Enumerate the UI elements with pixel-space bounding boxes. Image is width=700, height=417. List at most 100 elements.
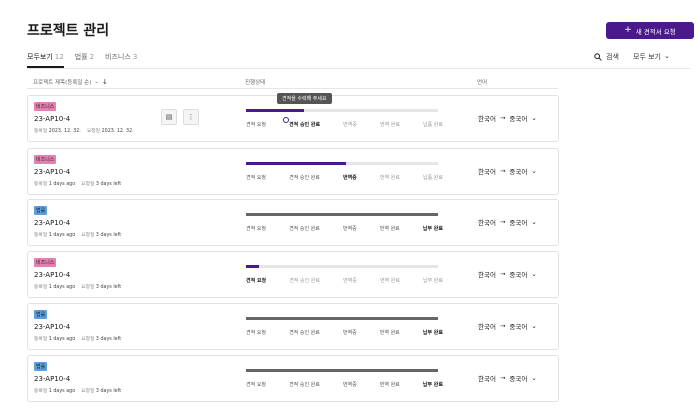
req-label: 요청일 [81, 285, 95, 290]
progress-step: 납품 완료 [422, 122, 443, 128]
tooltip: 견적을 수락해 주세요 [277, 93, 332, 104]
project-code: 23-AP10-4 [34, 168, 71, 176]
language-select[interactable]: 한국어 → 중국어 ⌄ [478, 166, 537, 176]
search-button[interactable]: 검색 [594, 52, 619, 62]
sort-project-header[interactable]: 프로젝트 제목(등록일 순) ⌄ ↓ [33, 78, 108, 86]
project-code: 23-AP10-4 [34, 375, 71, 383]
chevron-down-icon: ⌄ [531, 167, 537, 175]
reg-value: 2023. 12. 32. [48, 129, 81, 134]
project-card[interactable]: 법률 23-AP10-4 등록일 1 days ago 요청일 3 days l… [27, 303, 559, 350]
progress-step: 견적 승인 완료 [289, 175, 320, 181]
progress-step: 견적 승인 완료 [289, 382, 320, 388]
source-language: 한국어 [478, 115, 496, 123]
req-label: 요청일 [81, 389, 95, 394]
project-code: 23-AP10-4 [34, 115, 71, 123]
tab-all[interactable]: 모두보기 12 [27, 52, 64, 68]
progress-fill [246, 317, 438, 320]
reg-value: 1 days ago [48, 337, 76, 342]
req-label: 요청일 [81, 233, 95, 238]
language-select[interactable]: 한국어 → 중국어 ⌄ [478, 373, 537, 383]
progress-step: 견적 승인 완료 [289, 122, 321, 128]
project-meta: 등록일 1 days ago 요청일 3 days left [34, 231, 121, 238]
progress-steps: 견적 요청 견적 승인 완료 번역중 번역 완료 납품 완료 [246, 121, 443, 128]
reg-value: 1 days ago [48, 233, 76, 238]
req-value: 3 days left [95, 285, 122, 290]
arrow-right-icon: → [499, 322, 506, 330]
tab-law-label: 법률 [74, 53, 88, 61]
arrow-right-icon: → [499, 167, 506, 175]
search-icon [594, 53, 602, 61]
source-language: 한국어 [478, 219, 496, 227]
progress-step: 번역중 [343, 278, 357, 284]
new-quote-button-label: 새 견적서 요청 [635, 27, 676, 36]
chevron-down-icon: ⌄ [531, 218, 537, 226]
project-card[interactable]: 법률 23-AP10-4 등록일 1 days ago 요청일 3 days l… [27, 199, 559, 246]
project-code: 23-AP10-4 [34, 271, 71, 279]
language-select[interactable]: 한국어 → 중국어 ⌄ [478, 321, 537, 331]
reg-value: 1 days ago [48, 389, 76, 394]
search-label: 검색 [606, 53, 619, 61]
category-badge: 법률 [34, 362, 48, 371]
progress-step: 견적 요청 [246, 330, 266, 336]
category-badge: 법률 [34, 206, 48, 215]
document-icon: ▤ [165, 113, 173, 121]
req-label: 요청일 [86, 129, 101, 134]
project-card[interactable]: 비즈니스 23-AP10-4 등록일 1 days ago 요청일 3 days… [27, 251, 559, 298]
req-label: 요청일 [81, 182, 95, 187]
project-card[interactable]: 법률 23-AP10-4 등록일 1 days ago 요청일 3 days l… [27, 355, 559, 402]
new-quote-button[interactable]: + 새 견적서 요청 [606, 22, 694, 39]
chevron-down-icon: ⌄ [664, 52, 670, 60]
progress-step: 번역 완료 [379, 382, 400, 388]
progress-track [246, 213, 438, 216]
project-card[interactable]: 비즈니스 23-AP10-4 등록일 1 days ago 요청일 3 days… [27, 148, 559, 195]
view-select-value: 모두 보기 [633, 53, 661, 61]
progress-fill [246, 162, 346, 165]
more-button[interactable]: ⋮ [183, 109, 199, 125]
progress-step: 번역 완료 [379, 122, 400, 128]
progress-step: 견적 승인 완료 [289, 278, 320, 284]
step-marker [283, 117, 289, 123]
req-value: 2023. 12. 32. [101, 129, 134, 134]
progress-track [246, 265, 438, 268]
document-button[interactable]: ▤ [161, 109, 177, 125]
reg-label: 등록일 [34, 285, 48, 290]
tab-law[interactable]: 법률 2 [75, 52, 94, 68]
language-select[interactable]: 한국어 → 중국어 ⌄ [478, 217, 537, 227]
view-select[interactable]: 모두 보기 ⌄ [633, 52, 670, 62]
arrow-right-icon: → [499, 270, 506, 278]
tab-bar: 모두보기 12 법률 2 비즈니스 3 [27, 52, 137, 68]
progress-step: 납부 완료 [422, 382, 443, 388]
progress-step: 견적 요청 [246, 122, 266, 128]
chevron-down-icon: ⌄ [531, 114, 537, 122]
progress-step: 납부 완료 [422, 330, 443, 336]
progress-step: 번역중 [342, 226, 357, 232]
reg-label: 등록일 [34, 337, 48, 342]
tab-all-count: 12 [54, 53, 64, 61]
project-meta: 등록일 1 days ago 요청일 3 days left [34, 180, 121, 187]
progress-steps: 견적 요청 견적 승인 완료 번역중 번역 완료 납부 완료 [246, 225, 443, 232]
arrow-right-icon: → [499, 374, 506, 382]
language-column-label: 언어 [477, 80, 488, 86]
project-meta: 등록일 1 days ago 요청일 3 days left [34, 387, 121, 394]
req-value: 3 days left [95, 182, 122, 187]
req-label: 요청일 [81, 337, 95, 342]
tab-business[interactable]: 비즈니스 3 [105, 52, 137, 68]
req-value: 3 days left [95, 337, 122, 342]
progress-step: 견적 요청 [246, 175, 266, 181]
progress-step: 번역 완료 [379, 330, 400, 336]
reg-value: 1 days ago [48, 182, 76, 187]
progress-step: 견적 요청 [246, 382, 266, 388]
progress-step: 납부 완료 [423, 278, 443, 284]
progress-fill [246, 213, 438, 216]
progress-fill [246, 265, 260, 268]
more-vertical-icon: ⋮ [187, 113, 195, 121]
progress-track [246, 369, 438, 372]
target-language: 중국어 [509, 271, 528, 279]
progress-step: 번역중 [342, 330, 357, 336]
req-value: 3 days left [95, 233, 122, 238]
language-select[interactable]: 한국어 → 중국어 ⌄ [478, 269, 537, 279]
tab-business-label: 비즈니스 [105, 53, 131, 61]
progress-step: 번역 완료 [379, 175, 400, 181]
project-column-label: 프로젝트 제목(등록일 순) [33, 80, 92, 86]
language-select[interactable]: 한국어 → 중국어 ⌄ [478, 113, 537, 123]
